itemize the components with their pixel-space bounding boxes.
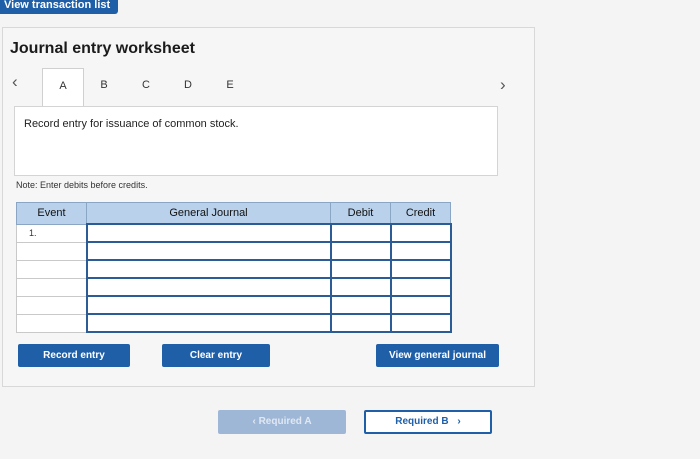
tab-c[interactable]: C (126, 68, 166, 105)
debit-input[interactable] (329, 277, 392, 297)
debit-input[interactable] (329, 259, 392, 279)
event-cell (16, 241, 87, 261)
credit-input[interactable] (389, 277, 452, 297)
table-row: 1. (16, 223, 452, 243)
account-input[interactable] (85, 313, 332, 333)
chevron-right-icon: › (457, 416, 461, 427)
table-row (16, 295, 452, 315)
page-title: Journal entry worksheet (10, 40, 195, 57)
instruction-box: Record entry for issuance of common stoc… (14, 106, 498, 176)
table-row (16, 313, 452, 333)
prev-tab-icon[interactable]: ‹ (12, 73, 18, 90)
note-text: Note: Enter debits before credits. (16, 180, 148, 190)
event-cell (16, 277, 87, 297)
chevron-left-icon: ‹ (252, 416, 256, 427)
table-row (16, 241, 452, 261)
account-input[interactable] (85, 223, 332, 243)
debit-input[interactable] (329, 241, 392, 261)
required-a-label: Required A (258, 416, 312, 427)
account-input[interactable] (85, 277, 332, 297)
header-debit: Debit (330, 202, 391, 225)
record-entry-button[interactable]: Record entry (18, 344, 130, 367)
credit-input[interactable] (389, 241, 452, 261)
tab-e[interactable]: E (210, 68, 250, 105)
credit-input[interactable] (389, 223, 452, 243)
tab-b[interactable]: B (84, 68, 124, 105)
view-general-journal-button[interactable]: View general journal (376, 344, 499, 367)
debit-input[interactable] (329, 223, 392, 243)
event-cell (16, 259, 87, 279)
credit-input[interactable] (389, 295, 452, 315)
event-cell (16, 313, 87, 333)
table-row (16, 259, 452, 279)
instruction-text: Record entry for issuance of common stoc… (24, 118, 239, 130)
table-row (16, 277, 452, 297)
event-cell (16, 295, 87, 315)
required-a-button[interactable]: ‹ Required A (218, 410, 346, 434)
clear-entry-button[interactable]: Clear entry (162, 344, 270, 367)
required-b-button[interactable]: Required B › (364, 410, 492, 434)
tab-d[interactable]: D (168, 68, 208, 105)
header-event: Event (16, 202, 87, 225)
account-input[interactable] (85, 295, 332, 315)
tab-a[interactable]: A (42, 68, 84, 108)
account-input[interactable] (85, 241, 332, 261)
header-credit: Credit (390, 202, 451, 225)
journal-entry-table: Event General Journal Debit Credit 1. (16, 202, 452, 333)
credit-input[interactable] (389, 259, 452, 279)
view-transaction-list-button[interactable]: View transaction list (0, 0, 118, 14)
header-general-journal: General Journal (86, 202, 331, 225)
credit-input[interactable] (389, 313, 452, 333)
debit-input[interactable] (329, 295, 392, 315)
required-b-label: Required B (395, 416, 449, 427)
debit-input[interactable] (329, 313, 392, 333)
account-input[interactable] (85, 259, 332, 279)
next-tab-icon[interactable]: › (500, 76, 506, 93)
event-cell: 1. (16, 223, 87, 243)
